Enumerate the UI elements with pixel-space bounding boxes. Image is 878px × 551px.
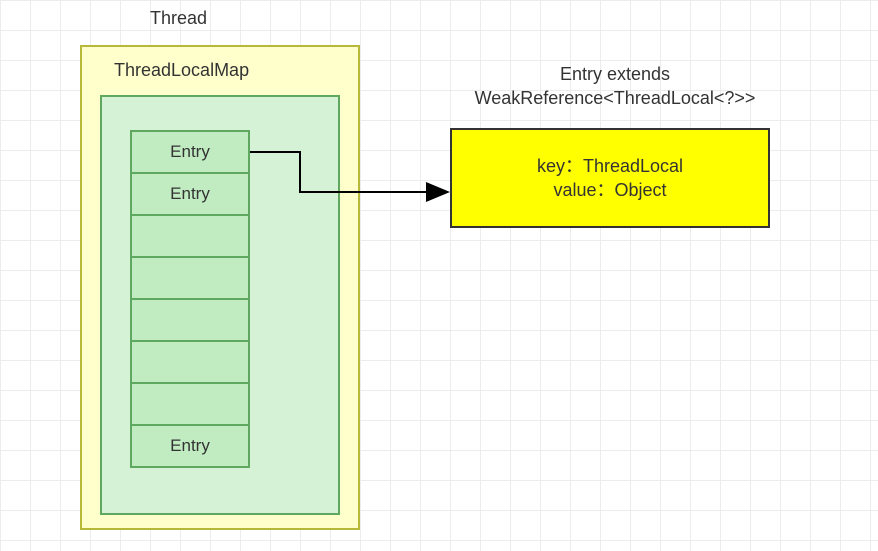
entry-cell	[130, 256, 250, 300]
entry-cell	[130, 340, 250, 384]
entry-detail-key: key：ThreadLocal	[537, 154, 683, 178]
entry-detail-box: key：ThreadLocal value：Object	[450, 128, 770, 228]
threadlocalmap-label: ThreadLocalMap	[114, 60, 249, 81]
entry-detail-title-line2: WeakReference<ThreadLocal<?>>	[455, 86, 775, 110]
diagram-canvas: Thread ThreadLocalMap Entry Entry Entry …	[0, 0, 878, 551]
thread-label: Thread	[150, 8, 207, 29]
entry-cell	[130, 298, 250, 342]
entry-cell	[130, 382, 250, 426]
entry-array: Entry Entry Entry	[130, 130, 250, 466]
entry-detail-value: value：Object	[553, 178, 666, 202]
entry-cell	[130, 214, 250, 258]
entry-detail-title: Entry extends WeakReference<ThreadLocal<…	[455, 62, 775, 111]
entry-cell: Entry	[130, 130, 250, 174]
entry-detail-title-line1: Entry extends	[455, 62, 775, 86]
entry-cell: Entry	[130, 424, 250, 468]
entry-cell: Entry	[130, 172, 250, 216]
